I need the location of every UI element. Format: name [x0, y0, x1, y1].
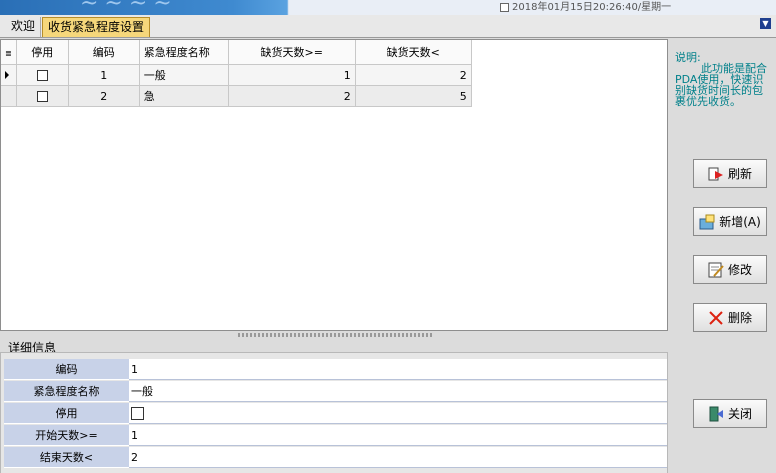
- col-header-max-days[interactable]: 缺货天数<: [355, 40, 472, 65]
- row-pointer-icon: [5, 70, 9, 79]
- exit-door-icon: [709, 406, 723, 421]
- cell-max-days[interactable]: 5: [355, 85, 472, 107]
- col-header-name[interactable]: 紧急程度名称: [139, 40, 229, 65]
- col-header-min-days[interactable]: 缺货天数>=: [228, 40, 356, 65]
- calendar-icon: [500, 3, 509, 12]
- datetime-display: 2018年01月15日20:26:40/星期一: [500, 0, 671, 15]
- field-label-name: 紧急程度名称: [4, 381, 129, 402]
- edit-icon: [708, 262, 724, 277]
- detail-panel: 编码 1 紧急程度名称 一般 停用 开始天数>= 1 结束天数< 2: [0, 352, 668, 473]
- tab-welcome[interactable]: 欢迎: [6, 17, 42, 37]
- current-row-indicator: [1, 64, 17, 86]
- detail-row-name: 紧急程度名称 一般: [4, 381, 667, 402]
- field-label-code: 编码: [4, 359, 129, 380]
- add-button-label: 新增(A): [719, 215, 761, 229]
- tab-list-dropdown[interactable]: ▼: [760, 18, 771, 29]
- refresh-button-label: 刷新: [727, 167, 752, 181]
- delete-x-icon: [709, 310, 723, 325]
- new-record-icon: [699, 214, 715, 229]
- edit-button-label: 修改: [727, 263, 752, 277]
- edit-button[interactable]: 修改: [693, 255, 767, 284]
- row-indicator-header: ≣: [1, 40, 17, 65]
- field-label-max-days: 结束天数<: [4, 447, 129, 468]
- cell-min-days[interactable]: 2: [228, 85, 356, 107]
- chevron-down-icon: ▼: [762, 19, 769, 28]
- disabled-checkbox[interactable]: [36, 70, 48, 81]
- cell-code[interactable]: 1: [68, 64, 140, 86]
- close-button[interactable]: 关闭: [693, 399, 767, 428]
- grid-header-row: ≣ 停用 编码 紧急程度名称 缺货天数>= 缺货天数<: [1, 40, 472, 65]
- delete-button-label: 删除: [727, 311, 752, 325]
- cell-disabled[interactable]: [16, 85, 69, 107]
- detail-row-min-days: 开始天数>= 1: [4, 425, 667, 446]
- field-code-input[interactable]: 1: [129, 359, 667, 380]
- field-max-days-input[interactable]: 2: [129, 447, 667, 468]
- banner-decoration: ~~~~: [80, 0, 178, 15]
- field-disabled-checkbox[interactable]: [131, 406, 144, 420]
- cell-name[interactable]: 一般: [139, 64, 229, 86]
- row-indicator: [1, 85, 17, 107]
- help-note: 说明: 此功能是配合 PDA使用，快速识 别缺货时间长的包 裹优先收货。: [675, 52, 775, 107]
- column-chooser-icon[interactable]: ≣: [5, 49, 12, 58]
- help-line-4: 裹优先收货。: [675, 95, 741, 108]
- refresh-button[interactable]: 刷新: [693, 159, 767, 188]
- field-label-min-days: 开始天数>=: [4, 425, 129, 446]
- field-label-disabled: 停用: [4, 403, 129, 424]
- cell-min-days[interactable]: 1: [228, 64, 356, 86]
- urgency-grid: ≣ 停用 编码 紧急程度名称 缺货天数>= 缺货天数< 1 一般 1 2 2 急…: [0, 39, 668, 331]
- refresh-icon: [708, 167, 723, 180]
- close-button-label: 关闭: [727, 407, 752, 421]
- table-row[interactable]: 2 急 2 5: [1, 85, 472, 107]
- detail-row-code: 编码 1: [4, 359, 667, 380]
- cell-disabled[interactable]: [16, 64, 69, 86]
- detail-row-max-days: 结束天数< 2: [4, 447, 667, 468]
- splitter-handle[interactable]: [238, 333, 434, 337]
- cell-code[interactable]: 2: [68, 85, 140, 107]
- field-disabled-cell: [129, 403, 667, 424]
- top-banner: ~~~~ 2018年01月15日20:26:40/星期一: [0, 0, 776, 15]
- field-name-input[interactable]: 一般: [129, 381, 667, 402]
- detail-row-disabled: 停用: [4, 403, 667, 424]
- cell-name[interactable]: 急: [139, 85, 229, 107]
- col-header-disabled[interactable]: 停用: [16, 40, 69, 65]
- col-header-code[interactable]: 编码: [68, 40, 140, 65]
- cell-max-days[interactable]: 2: [355, 64, 472, 86]
- tab-bar: 欢迎 收货紧急程度设置 ▼: [0, 15, 776, 38]
- table-row[interactable]: 1 一般 1 2: [1, 64, 472, 86]
- datetime-text: 2018年01月15日20:26:40/星期一: [512, 2, 672, 13]
- delete-button[interactable]: 删除: [693, 303, 767, 332]
- grid-table: ≣ 停用 编码 紧急程度名称 缺货天数>= 缺货天数< 1 一般 1 2 2 急…: [1, 40, 472, 107]
- add-button[interactable]: 新增(A): [693, 207, 767, 236]
- tab-urgency-settings[interactable]: 收货紧急程度设置: [42, 17, 151, 37]
- disabled-checkbox[interactable]: [36, 91, 48, 102]
- field-min-days-input[interactable]: 1: [129, 425, 667, 446]
